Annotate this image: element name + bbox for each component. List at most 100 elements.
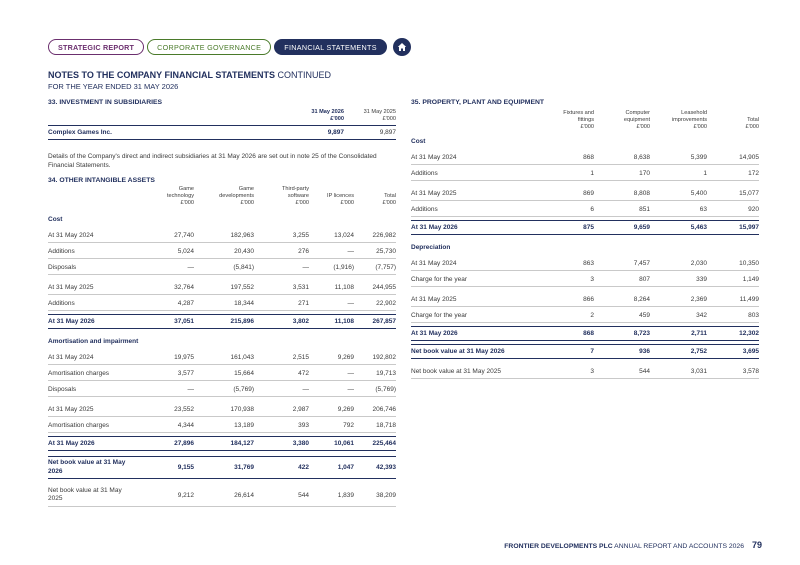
- row-value: 63: [699, 205, 707, 213]
- row-value: 2: [590, 311, 594, 319]
- row-value: 225,464: [372, 440, 397, 447]
- section-33-title: 33. INVESTMENT IN SUBSIDIARIES: [48, 99, 163, 106]
- row-label-line: 2025: [48, 495, 63, 502]
- row-label: Net book value at 31 May 2025: [48, 487, 122, 504]
- s33-row-complex-games: Complex Games Inc. 9,897 9,897: [48, 125, 396, 140]
- row-label: At 31 May 2025: [411, 295, 457, 303]
- row-value: 3,380: [292, 440, 309, 447]
- home-button[interactable]: [392, 38, 411, 56]
- row-label-line: 2026: [48, 467, 63, 475]
- column-header: Fixtures and fittings £'000: [563, 110, 594, 130]
- column-header: Game technology £'000: [167, 186, 194, 206]
- row-label-line: Net book value at 31 May: [48, 459, 126, 466]
- row-value: 25,730: [376, 247, 396, 255]
- row-value: 792: [343, 421, 354, 429]
- page-footer: FRONTIER DEVELOPMENTS PLC ANNUAL REPORT …: [504, 540, 762, 550]
- row-value: 5,024: [177, 247, 194, 255]
- footer-report: ANNUAL REPORT AND ACCOUNTS 2026: [614, 543, 744, 550]
- row-value: 10,061: [334, 440, 354, 447]
- s35-nbv-2026-row: Net book value at 31 May 2026 7 936 2,752 3,…: [411, 344, 759, 359]
- row-value: 3,255: [292, 231, 309, 239]
- row-value: 192,802: [372, 353, 397, 361]
- column-header-line: developments: [219, 192, 254, 199]
- s34-amort-row: Disposals — (5,769) — — (5,769): [48, 382, 396, 397]
- s35-cost-total-row: At 31 May 2026 875 9,659 5,463 15,997: [411, 220, 759, 235]
- s33-header-2026-line1: 31 May 2026: [311, 109, 344, 115]
- column-header: Computer equipment £'000: [624, 110, 650, 130]
- row-value: 7,457: [633, 259, 650, 267]
- row-value: 23,552: [174, 405, 194, 413]
- row-value: 26,614: [234, 491, 254, 499]
- row-value: 5,400: [690, 189, 707, 197]
- row-value: 172: [748, 169, 759, 177]
- row-label: At 31 May 2025: [48, 283, 94, 291]
- row-value: 851: [639, 205, 650, 213]
- row-value: 3,802: [292, 318, 309, 325]
- page-title: NOTES TO THE COMPANY FINANCIAL STATEMENT…: [48, 70, 331, 80]
- row-value: —: [347, 247, 355, 255]
- column-header-line: Game: [178, 186, 194, 192]
- footer-company: FRONTIER DEVELOPMENTS PLC: [504, 543, 613, 550]
- row-value: (5,841): [233, 263, 254, 271]
- row-value: —: [347, 369, 355, 377]
- nav-financial-statements[interactable]: FINANCIAL STATEMENTS: [274, 39, 387, 55]
- column-header: Third-party software £'000: [282, 186, 309, 206]
- row-label: At 31 May 2024: [48, 353, 94, 361]
- row-value: 6: [590, 205, 594, 213]
- row-value: 1,047: [337, 464, 354, 471]
- column-header: Game developments £'000: [219, 186, 254, 206]
- column-header-line: £'000: [745, 123, 759, 130]
- row-value: 2,987: [292, 405, 309, 413]
- s34-amort-row: Amortisation charges 3,577 15,664 472 — 19,71…: [48, 366, 396, 381]
- page-subtitle: FOR THE YEAR ENDED 31 MAY 2026: [48, 82, 179, 91]
- column-header-line: £'000: [240, 199, 254, 206]
- row-value: 276: [298, 247, 309, 255]
- s34-cost-row: At 31 May 2024 27,740 182,963 3,255 13,024 22…: [48, 228, 396, 243]
- nav-strategic-report[interactable]: STRATEGIC REPORT: [48, 39, 145, 55]
- row-value: 206,746: [372, 405, 397, 413]
- s34-nbv-2025-row: Net book value at 31 May 2025 9,212 26,614 5…: [48, 484, 396, 507]
- s35-depreciation-row: At 31 May 2025 866 8,264 2,369 11,499: [411, 292, 759, 307]
- row-value: 184,127: [230, 440, 255, 447]
- row-value: 3,531: [292, 283, 309, 291]
- column-header-line: Computer: [625, 110, 650, 116]
- s35-cost-row: At 31 May 2024 868 8,638 5,399 14,905: [411, 150, 759, 165]
- column-header-line: £'000: [340, 199, 354, 206]
- row-value: 3,577: [177, 369, 194, 377]
- row-value: 27,740: [174, 231, 194, 239]
- s34-cost-row: Disposals — (5,841) — (1,916) (7,757): [48, 260, 396, 275]
- row-label: Cost: [48, 216, 63, 223]
- row-label: At 31 May 2025: [48, 405, 94, 413]
- nav-corporate-governance[interactable]: CORPORATE GOVERNANCE: [147, 39, 272, 55]
- row-label: Additions: [48, 247, 75, 255]
- row-value: 13,024: [334, 231, 354, 239]
- row-value: 2,030: [690, 259, 707, 267]
- row-value: 544: [639, 367, 650, 375]
- row-label: Net book value at 31 May 2025: [411, 367, 501, 375]
- row-label: Net book value at 31 May 2026: [411, 348, 505, 355]
- column-header-line: Game: [238, 186, 254, 192]
- row-value: 38,209: [376, 491, 396, 499]
- row-value: 459: [639, 311, 650, 319]
- row-value: 3,578: [742, 367, 759, 375]
- page-title-text: NOTES TO THE COMPANY FINANCIAL STATEMENT…: [48, 70, 276, 80]
- row-value: 2,752: [690, 348, 707, 355]
- s34-amort-row: Amortisation charges 4,344 13,189 393 792 18,…: [48, 418, 396, 433]
- row-value: 14,905: [739, 153, 759, 161]
- row-value: 197,552: [230, 283, 255, 291]
- s33-value-2026: 9,897: [327, 129, 344, 136]
- section-nav: STRATEGIC REPORT CORPORATE GOVERNANCE FI…: [48, 38, 411, 56]
- s33-header-2026-line2: £'000: [330, 115, 344, 122]
- row-value: 339: [696, 275, 707, 283]
- row-label-line: Net book value at 31 May: [48, 486, 122, 494]
- row-value: 42,393: [376, 464, 396, 471]
- row-value: 866: [583, 295, 594, 303]
- row-value: —: [187, 385, 195, 393]
- column-header: Total £'000: [382, 193, 396, 207]
- row-value: 1: [703, 169, 707, 177]
- row-value: 11,499: [739, 295, 759, 303]
- s35-cost-row: At 31 May 2025 869 8,808 5,400 15,077: [411, 186, 759, 201]
- row-value: —: [187, 263, 195, 271]
- row-value: 4,344: [177, 421, 194, 429]
- row-value: 1,149: [742, 275, 759, 283]
